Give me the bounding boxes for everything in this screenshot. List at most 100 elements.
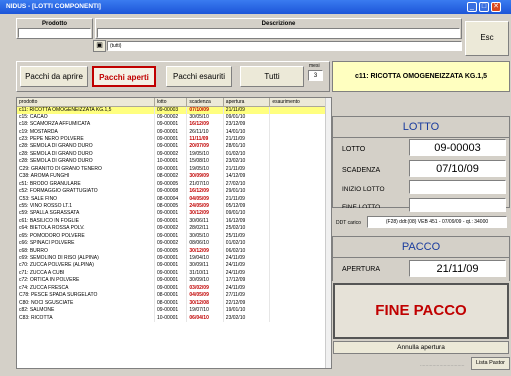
- mesi-input[interactable]: 3: [308, 70, 323, 81]
- fine-pacco-button[interactable]: FINE PACCO: [333, 283, 509, 339]
- pacchi-esauriti-button[interactable]: Pacchi esauriti: [166, 66, 232, 87]
- maximize-button[interactable]: □: [479, 2, 489, 12]
- cell-scadenza: 08/06/10: [186, 239, 224, 248]
- table-row[interactable]: c65: POMODORO POLVERE 09-00001 30/05/10 25/…: [17, 232, 331, 240]
- annulla-apertura-button[interactable]: Annulla apertura: [333, 341, 509, 354]
- table-row[interactable]: c28: SEMOLA DI GRANO DURO 09-00002 19/05/1…: [17, 150, 331, 159]
- table-row[interactable]: c52: FORMAGGIO GRATTUGIATO 09-00008 16/12/…: [17, 187, 331, 196]
- cell-lotto: 09-00001: [154, 232, 188, 240]
- table-row[interactable]: C78: PESCE SPADA SURGELATO 08-00001 04/05/…: [17, 292, 331, 300]
- cell-apertura: 21/11/09: [223, 135, 271, 144]
- folder-icon: ▣: [96, 42, 103, 49]
- table-row[interactable]: c23: PEPE NERO POLVERE 09-00001 11/11/09 21…: [17, 135, 331, 144]
- cell-esaurimento: [269, 173, 331, 181]
- lookup-button[interactable]: ▣: [93, 40, 106, 52]
- cell-esaurimento: [269, 210, 331, 218]
- cell-lotto: 09-00001: [154, 128, 188, 136]
- table-row[interactable]: c69: SEMOLINO DI RISO (ALPINA) 09-00001 19…: [17, 254, 331, 263]
- cell-lotto: 09-00005: [154, 180, 188, 188]
- table-row[interactable]: c19: MOSTARDA 09-00001 26/11/10 14/01/10: [17, 128, 331, 136]
- grid-scrollbar[interactable]: [325, 98, 331, 368]
- cell-prodotto: c15: CACAO: [17, 113, 156, 121]
- cell-prodotto: c65: POMODORO POLVERE: [17, 232, 156, 240]
- table-row[interactable]: c51: BRODO GRANULARE 09-00005 21/07/10 27/0…: [17, 180, 331, 188]
- cell-lotto: 09-00001: [154, 165, 188, 173]
- cell-apertura: 27/02/10: [223, 180, 271, 188]
- table-row[interactable]: C53: SALE FINO 08-00004 04/05/09 21/11/09: [17, 195, 331, 203]
- fine-lotto-value: [409, 198, 506, 212]
- table-row[interactable]: C38: AROMA FUNGHI 08-00002 30/09/09 14/12/0…: [17, 173, 331, 181]
- close-button[interactable]: ✕: [491, 2, 501, 12]
- descrizione-input[interactable]: [97, 28, 460, 38]
- tutti-button[interactable]: Tutti: [240, 66, 304, 87]
- table-row[interactable]: C83: RICOTTA 10-00001 06/04/10 23/02/10: [17, 314, 331, 322]
- table-row[interactable]: c72: ORTICA IN POLVERE 09-00001 30/09/10 17…: [17, 277, 331, 285]
- table-row[interactable]: c70: ZUCCA POLVERE (ALPINA) 09-00001 30/09…: [17, 262, 331, 270]
- cell-esaurimento: [269, 299, 331, 307]
- table-row[interactable]: c74: ZUCCA FRESCA 09-00001 03/02/09 24/11/0…: [17, 284, 331, 292]
- inizio-lotto-value: [409, 180, 506, 194]
- table-row[interactable]: c68: BURRO 09-00005 30/12/09 06/02/10: [17, 247, 331, 255]
- table-row[interactable]: c28: SEMOLA DI GRANO DURO 10-00001 15/08/1…: [17, 158, 331, 166]
- lotti-grid: prodotto lotto scadenza apertura esaurim…: [16, 97, 332, 369]
- cell-prodotto: c71: ZUCCA A CUBI: [17, 269, 156, 278]
- lotto-label: LOTTO: [342, 146, 366, 153]
- cell-lotto: 09-00001: [154, 143, 188, 151]
- cell-esaurimento: [269, 128, 331, 136]
- pacchi-aperti-button[interactable]: Pacchi aperti: [92, 66, 156, 87]
- lista-pastor-button[interactable]: Lista Pastor: [471, 357, 510, 370]
- window-title: NIDUS - [LOTTI COMPONENTI]: [6, 3, 101, 10]
- cell-prodotto: c55: VINO ROSSO LT.1: [17, 202, 156, 211]
- cell-esaurimento: [269, 292, 331, 300]
- table-row[interactable]: c55: VINO ROSSO LT.1 08-00005 24/05/09 05/1…: [17, 202, 331, 211]
- cell-esaurimento: [269, 143, 331, 151]
- table-row[interactable]: c66: SPINACI POLVERE 09-00002 08/06/10 01/0…: [17, 239, 331, 248]
- cell-lotto: 09-00002: [154, 239, 188, 248]
- table-row[interactable]: C80: NOCI SGUSCIATE 08-00001 30/12/08 22/12…: [17, 299, 331, 307]
- lotto-title: LOTTO: [333, 117, 509, 138]
- cell-esaurimento: [269, 239, 331, 248]
- cell-scadenza: 19/05/10: [186, 150, 224, 159]
- col-esaurimento[interactable]: esaurimento: [269, 98, 331, 107]
- table-row[interactable]: c64: BIETOLA ROSSA POLV. 09-00002 28/02/11…: [17, 225, 331, 233]
- cell-prodotto: C78: PESCE SPADA SURGELATO: [17, 292, 156, 300]
- cell-scadenza: 20/07/09: [186, 143, 224, 151]
- table-row[interactable]: c61: BASILICO IN FOGLIE 09-00001 30/06/11 1…: [17, 217, 331, 226]
- cell-prodotto: c28: SEMOLA DI GRANO DURO: [17, 143, 156, 151]
- table-row[interactable]: c28: SEMOLA DI GRANO DURO 09-00001 20/07/0…: [17, 143, 331, 151]
- col-lotto[interactable]: lotto: [154, 98, 188, 107]
- cell-prodotto: c68: BURRO: [17, 247, 156, 255]
- col-prodotto[interactable]: prodotto: [17, 98, 156, 107]
- table-row[interactable]: C29: GRANITO DI GRANO TENERO 09-00001 19/0…: [17, 165, 331, 173]
- cell-esaurimento: [269, 254, 331, 263]
- col-scadenza[interactable]: scadenza: [186, 98, 224, 107]
- prodotto-header: Prodotto: [16, 18, 93, 39]
- table-row[interactable]: c82: SALMONE 09-00001 19/07/10 19/01/10: [17, 306, 331, 315]
- table-row[interactable]: c15: CACAO 09-00002 30/05/10 09/01/10: [17, 113, 331, 121]
- cell-prodotto: c18: SCAMORZA AFFUMICATA: [17, 120, 156, 129]
- cell-scadenza: 06/04/10: [186, 314, 224, 322]
- prodotto-label: Prodotto: [42, 21, 67, 27]
- pacchi-da-aprire-button[interactable]: Pacchi da aprire: [20, 66, 88, 87]
- cell-scadenza: 30/09/11: [186, 262, 224, 270]
- table-row[interactable]: c18: SCAMORZA AFFUMICATA 09-00001 16/12/09…: [17, 120, 331, 129]
- cell-esaurimento: [269, 262, 331, 270]
- cell-apertura: 23/02/10: [223, 314, 271, 322]
- cell-esaurimento: [269, 120, 331, 129]
- cell-prodotto: C80: NOCI SGUSCIATE: [17, 299, 156, 307]
- cell-esaurimento: [269, 187, 331, 196]
- cell-apertura: 25/11/09: [223, 232, 271, 240]
- table-row[interactable]: c71: ZUCCA A CUBI 09-00001 31/10/11 24/11/0…: [17, 269, 331, 278]
- cell-scadenza: 30/12/09: [186, 247, 224, 255]
- cell-esaurimento: [269, 232, 331, 240]
- cell-scadenza: 30/06/11: [186, 217, 224, 226]
- esc-button[interactable]: Esc: [465, 21, 509, 56]
- table-row[interactable]: c59: SPALLA SGRASSATA 09-00001 30/12/09 09/…: [17, 210, 331, 218]
- filter-field[interactable]: (tutti): [107, 41, 462, 51]
- col-apertura[interactable]: apertura: [223, 98, 271, 107]
- prodotto-input[interactable]: [18, 28, 91, 38]
- cell-apertura: 21/11/09: [223, 165, 271, 173]
- table-row[interactable]: c11: RICOTTA OMOGENEIZZATA KG.1,5 09-0000…: [17, 106, 331, 114]
- minimize-button[interactable]: _: [467, 2, 477, 12]
- cell-esaurimento: [269, 158, 331, 166]
